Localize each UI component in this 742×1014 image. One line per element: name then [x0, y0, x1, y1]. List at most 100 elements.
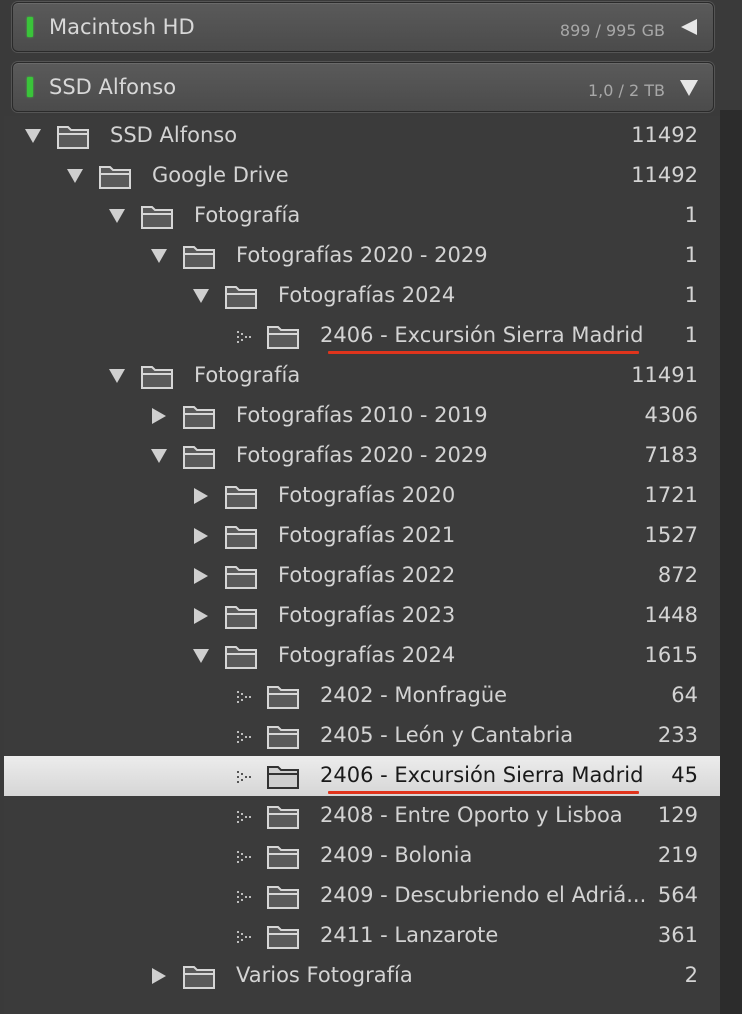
- folder-icon: [141, 206, 173, 229]
- folder-label: Fotografías 2022: [278, 563, 456, 587]
- leaf-dots-icon: [237, 771, 251, 783]
- collapse-triangle-icon[interactable]: [679, 17, 699, 37]
- disclosure-collapsed-icon[interactable]: [192, 567, 210, 585]
- folder-row[interactable]: 2402 - Monfragüe 64: [4, 676, 720, 716]
- folder-label: 2408 - Entre Oporto y Lisboa: [320, 803, 623, 827]
- folder-row[interactable]: Fotografías 2022 872: [4, 556, 720, 596]
- disclosure-expanded-icon[interactable]: [108, 207, 126, 225]
- folder-photo-count: 45: [671, 763, 698, 787]
- folder-photo-count: 1: [684, 283, 698, 307]
- folder-photo-count: 7183: [644, 443, 698, 467]
- folder-photo-count: 4306: [644, 403, 698, 427]
- disclosure-collapsed-icon[interactable]: [150, 407, 168, 425]
- folder-icon: [225, 286, 257, 309]
- folder-row[interactable]: Fotografías 2010 - 2019 4306: [4, 396, 720, 436]
- folder-label: Fotografías 2024: [278, 283, 456, 307]
- folder-icon: [99, 166, 131, 189]
- disclosure-expanded-icon[interactable]: [108, 367, 126, 385]
- folder-label: Fotografías 2021: [278, 523, 456, 547]
- folder-label: Fotografías 2020 - 2029: [236, 443, 488, 467]
- disclosure-collapsed-icon[interactable]: [150, 967, 168, 985]
- volume-status-led: [27, 77, 33, 97]
- folder-icon: [183, 246, 215, 269]
- folder-icon: [267, 886, 299, 909]
- disclosure-expanded-icon[interactable]: [66, 167, 84, 185]
- highlight-underline: [328, 791, 639, 794]
- folder-photo-count: 1448: [644, 603, 698, 627]
- folder-icon: [225, 606, 257, 629]
- leaf-dots-icon: [237, 931, 251, 943]
- folder-icon: [267, 326, 299, 349]
- folder-photo-count: 1527: [644, 523, 698, 547]
- folder-icon: [267, 926, 299, 949]
- folder-label: Fotografías 2024: [278, 643, 456, 667]
- folder-label: SSD Alfonso: [110, 123, 238, 147]
- folder-icon: [267, 686, 299, 709]
- disclosure-expanded-icon[interactable]: [192, 647, 210, 665]
- expand-triangle-icon[interactable]: [679, 77, 699, 97]
- folder-label: 2406 - Excursión Sierra Madrid: [320, 323, 644, 347]
- folder-row[interactable]: Fotografías 2024 1615: [4, 636, 720, 676]
- folder-row[interactable]: Fotografías 2020 - 2029 7183: [4, 436, 720, 476]
- folder-photo-count: 11491: [631, 363, 698, 387]
- volume-capacity: 899 / 995 GB: [559, 21, 665, 40]
- volume-header-macintosh-hd[interactable]: Macintosh HD 899 / 995 GB: [12, 2, 714, 52]
- folder-icon: [57, 126, 89, 149]
- disclosure-collapsed-icon[interactable]: [192, 607, 210, 625]
- disclosure-expanded-icon[interactable]: [150, 247, 168, 265]
- folder-label: Varios Fotografía: [236, 963, 413, 987]
- leaf-dots-icon: [237, 731, 251, 743]
- folder-photo-count: 11492: [631, 123, 698, 147]
- disclosure-collapsed-icon[interactable]: [192, 527, 210, 545]
- folder-photo-count: 1: [684, 243, 698, 267]
- folder-icon: [267, 726, 299, 749]
- folder-label: 2409 - Descubriendo el Adriá...: [320, 883, 647, 907]
- folder-photo-count: 872: [657, 563, 698, 587]
- folder-label: Fotografía: [194, 363, 301, 387]
- folder-photo-count: 361: [657, 923, 698, 947]
- folder-row[interactable]: 2406 - Excursión Sierra Madrid 1: [4, 316, 720, 356]
- volume-name: Macintosh HD: [49, 15, 195, 39]
- folder-row[interactable]: 2408 - Entre Oporto y Lisboa 129: [4, 796, 720, 836]
- folder-photo-count: 11492: [631, 163, 698, 187]
- folder-row[interactable]: Google Drive 11492: [4, 156, 720, 196]
- folder-row[interactable]: Fotografía 11491: [4, 356, 720, 396]
- disclosure-expanded-icon[interactable]: [150, 447, 168, 465]
- folder-row[interactable]: Fotografías 2020 - 2029 1: [4, 236, 720, 276]
- folder-icon: [225, 526, 257, 549]
- disclosure-expanded-icon[interactable]: [24, 127, 42, 145]
- folder-photo-count: 564: [657, 883, 698, 907]
- folder-icon: [183, 406, 215, 429]
- folder-label: Fotografías 2020: [278, 483, 456, 507]
- folder-row[interactable]: 2405 - León y Cantabria 233: [4, 716, 720, 756]
- folder-icon: [225, 486, 257, 509]
- folder-photo-count: 233: [657, 723, 698, 747]
- panel-edge: [720, 110, 742, 1014]
- folder-label: Fotografías 2010 - 2019: [236, 403, 488, 427]
- volume-status-led: [27, 17, 33, 37]
- folder-label: 2411 - Lanzarote: [320, 923, 499, 947]
- folder-row[interactable]: Fotografías 2023 1448: [4, 596, 720, 636]
- folder-row[interactable]: Fotografías 2021 1527: [4, 516, 720, 556]
- folder-row[interactable]: 2409 - Bolonia 219: [4, 836, 720, 876]
- folder-row[interactable]: Fotografía 1: [4, 196, 720, 236]
- leaf-dots-icon: [237, 811, 251, 823]
- folder-row[interactable]: 2411 - Lanzarote 361: [4, 916, 720, 956]
- disclosure-collapsed-icon[interactable]: [192, 487, 210, 505]
- leaf-dots-icon: [237, 891, 251, 903]
- folder-icon: [225, 646, 257, 669]
- folder-row[interactable]: Varios Fotografía 2: [4, 956, 720, 996]
- folder-label: 2409 - Bolonia: [320, 843, 473, 867]
- disclosure-expanded-icon[interactable]: [192, 287, 210, 305]
- folder-label: Fotografías 2023: [278, 603, 456, 627]
- folder-row[interactable]: Fotografías 2024 1: [4, 276, 720, 316]
- folder-row[interactable]: Fotografías 2020 1721: [4, 476, 720, 516]
- folder-icon: [267, 806, 299, 829]
- folder-photo-count: 219: [657, 843, 698, 867]
- folder-row[interactable]: SSD Alfonso 11492: [4, 116, 720, 156]
- folder-row[interactable]: 2406 - Excursión Sierra Madrid 45: [4, 756, 720, 796]
- volume-header-ssd-alfonso[interactable]: SSD Alfonso 1,0 / 2 TB: [12, 62, 714, 112]
- folder-row[interactable]: 2409 - Descubriendo el Adriá... 564: [4, 876, 720, 916]
- folder-label: Fotografías 2020 - 2029: [236, 243, 488, 267]
- highlight-underline: [328, 351, 639, 354]
